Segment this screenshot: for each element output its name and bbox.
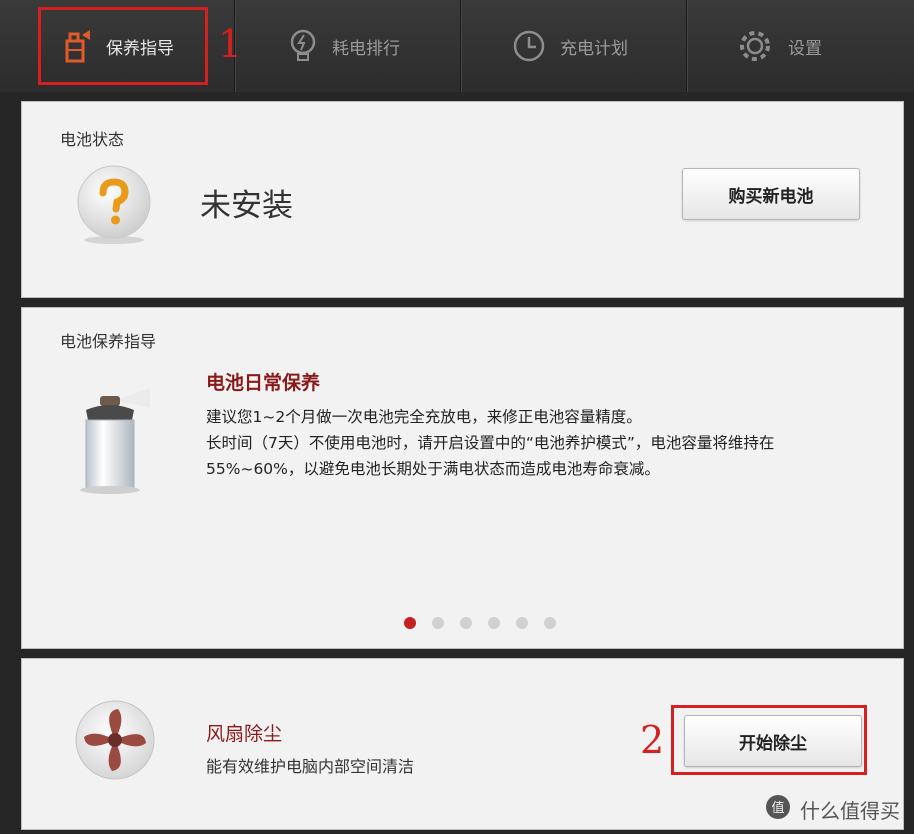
tab-charge-plan-label: 充电计划 xyxy=(560,38,628,59)
tab-separator xyxy=(460,0,462,92)
tab-settings[interactable]: 设置 xyxy=(736,0,886,92)
pager-dot-6[interactable] xyxy=(544,617,556,629)
fan-icon xyxy=(72,697,158,787)
watermark: 值 什么值得买 xyxy=(764,793,900,826)
zhi-logo-icon: 值 xyxy=(764,793,792,826)
battery-status-panel: 电池状态 未安装 购买新电池 xyxy=(21,101,904,298)
maintenance-guide-panel: 电池保养指导 电池日常保养 建议您1~2个月做一次电池完全充放电，来修正电池容量… xyxy=(21,307,904,649)
maintenance-heading: 电池日常保养 xyxy=(206,372,321,394)
tab-power-ranking-label: 耗电排行 xyxy=(332,38,400,59)
question-icon xyxy=(72,162,156,250)
gear-icon xyxy=(736,27,774,65)
annotation-number-2: 2 xyxy=(640,718,665,762)
annotation-number-1: 1 xyxy=(218,22,243,66)
tab-charge-plan[interactable]: 充电计划 xyxy=(512,0,672,92)
pager-dots xyxy=(404,617,556,629)
watermark-text: 什么值得买 xyxy=(800,799,900,823)
tab-settings-label: 设置 xyxy=(788,38,822,59)
maintenance-text: 建议您1~2个月做一次电池完全充放电，来修正电池容量精度。 长时间（7天）不使用… xyxy=(206,408,775,478)
pager-dot-2[interactable] xyxy=(432,617,444,629)
annotation-highlight-button xyxy=(671,705,867,775)
pager-dot-4[interactable] xyxy=(488,617,500,629)
tab-power-ranking[interactable]: 耗电排行 xyxy=(288,0,448,92)
pager-dot-1[interactable] xyxy=(404,617,416,629)
battery-status-title: 电池状态 xyxy=(60,130,125,149)
tab-separator xyxy=(686,0,688,92)
buy-battery-button[interactable]: 购买新电池 xyxy=(682,168,860,220)
annotation-highlight-tab xyxy=(38,7,208,85)
pager-dot-3[interactable] xyxy=(460,617,472,629)
clock-icon xyxy=(512,29,546,63)
bulb-icon xyxy=(288,29,318,63)
fan-cleaning-heading: 风扇除尘 xyxy=(206,723,283,745)
battery-status-value: 未安装 xyxy=(200,188,293,224)
maintenance-guide-title: 电池保养指导 xyxy=(60,332,157,351)
svg-text:值: 值 xyxy=(771,800,784,816)
fan-cleaning-desc: 能有效维护电脑内部空间清洁 xyxy=(206,757,415,776)
spray-can-icon xyxy=(72,386,152,500)
pager-dot-5[interactable] xyxy=(516,617,528,629)
